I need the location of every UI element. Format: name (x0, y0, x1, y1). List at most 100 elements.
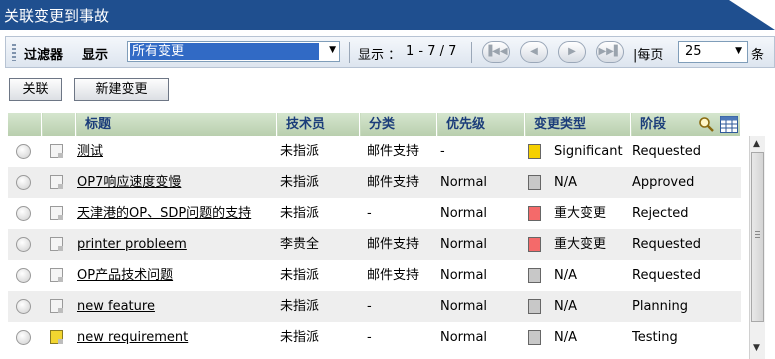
row-change-type: N/A (554, 175, 577, 190)
row-category: 邮件支持 (367, 144, 420, 159)
row-change-type: N/A (554, 330, 577, 345)
row-title-link[interactable]: OP7响应速度变慢 (77, 167, 277, 198)
header-category[interactable]: 分类 (361, 113, 437, 136)
row-title-link[interactable]: 天津港的OP、SDP问题的支持 (77, 198, 277, 229)
note-icon[interactable] (50, 237, 63, 251)
row-title-link[interactable]: new requirement (77, 322, 277, 353)
row-select-radio[interactable] (16, 175, 31, 190)
row-title-link[interactable]: 测试 (77, 136, 277, 167)
chevron-down-icon: ▼ (735, 46, 742, 56)
note-icon[interactable] (50, 144, 63, 158)
row-technician: 未指派 (280, 268, 320, 283)
header-technician[interactable]: 技术员 (278, 113, 360, 136)
note-icon[interactable] (50, 299, 63, 313)
row-select-radio[interactable] (16, 206, 31, 221)
change-type-swatch (528, 237, 541, 252)
row-technician: 未指派 (280, 175, 320, 190)
chevron-down-icon: ▼ (329, 45, 336, 55)
row-technician: 未指派 (280, 144, 320, 159)
column-chooser-icon[interactable] (720, 116, 738, 137)
toolbar-grip-icon (12, 44, 16, 61)
search-icon[interactable] (698, 116, 716, 136)
row-select-radio[interactable] (16, 144, 31, 159)
associate-button[interactable]: 关联 (9, 78, 62, 101)
row-title-link[interactable]: new feature (77, 291, 277, 322)
per-page-label: |每页 (633, 48, 664, 63)
note-icon[interactable] (50, 330, 63, 344)
row-priority: Normal (440, 268, 488, 283)
scrollbar-thumb[interactable] (751, 152, 764, 322)
change-type-swatch (528, 206, 541, 221)
new-change-button[interactable]: 新建变更 (74, 78, 169, 101)
range-label: 显示 ： (358, 48, 402, 63)
first-page-button[interactable]: ▐◀◀ (482, 41, 510, 63)
first-page-icon: ▐◀◀ (484, 46, 508, 57)
table-header: 标题 技术员 分类 优先级 变更类型 阶段 (8, 113, 741, 136)
page-title: 关联变更到事故 (4, 7, 110, 25)
note-icon[interactable] (50, 206, 63, 220)
prev-page-icon: ◀ (530, 46, 538, 57)
next-page-button[interactable]: ▶ (558, 41, 586, 63)
next-page-icon: ▶ (568, 46, 576, 57)
table-row[interactable]: new requirement 未指派 - Normal N/A Testing (8, 322, 741, 353)
row-change-type: N/A (554, 268, 577, 283)
row-change-type: Significant (554, 144, 623, 159)
table-scrollbar[interactable]: ▲ ▼ (749, 136, 765, 359)
table-row[interactable]: printer probleem 李贵全 邮件支持 Normal 重大变更 Request… (8, 229, 741, 260)
change-type-swatch (528, 175, 541, 190)
header-title[interactable]: 标题 (77, 113, 277, 136)
change-type-swatch (528, 330, 541, 345)
show-label: 显示 (82, 48, 109, 63)
change-type-swatch (528, 299, 541, 314)
header-note (43, 113, 76, 136)
scroll-up-icon[interactable]: ▲ (753, 139, 760, 149)
note-icon[interactable] (50, 268, 63, 282)
table-row[interactable]: 天津港的OP、SDP问题的支持 未指派 - Normal 重大变更 Rejected (8, 198, 741, 229)
table-row[interactable]: OP7响应速度变慢 未指派 邮件支持 Normal N/A Approved (8, 167, 741, 198)
row-category: - (367, 206, 372, 221)
filter-select[interactable]: 所有变更 ▼ (127, 41, 340, 62)
row-title-link[interactable]: OP产品技术问题 (77, 260, 277, 291)
row-change-type: 重大变更 (554, 206, 607, 221)
row-priority: Normal (440, 206, 488, 221)
row-technician: 未指派 (280, 330, 320, 345)
header-priority[interactable]: 优先级 (438, 113, 525, 136)
row-technician: 李贵全 (280, 237, 320, 252)
header-select (8, 113, 42, 136)
change-type-swatch (528, 144, 541, 159)
table-row[interactable]: OP产品技术问题 未指派 邮件支持 Normal N/A Requested (8, 260, 741, 291)
row-priority: Normal (440, 175, 488, 190)
last-page-button[interactable]: ▶▶▌ (596, 41, 624, 63)
change-table: 标题 技术员 分类 优先级 变更类型 阶段 测试 未指派 邮件支持 - Signific… (8, 113, 765, 359)
row-stage: Requested (632, 268, 702, 283)
row-category: 邮件支持 (367, 237, 420, 252)
scroll-down-icon[interactable]: ▼ (753, 343, 760, 353)
table-row[interactable]: 测试 未指派 邮件支持 - Significant Requested (8, 136, 741, 167)
note-icon[interactable] (50, 175, 63, 189)
per-page-value: 25 (685, 44, 702, 59)
row-select-radio[interactable] (16, 299, 31, 314)
row-title-link[interactable]: printer probleem (77, 229, 277, 260)
row-stage: Planning (632, 299, 688, 314)
row-stage: Testing (632, 330, 678, 345)
header-change-type[interactable]: 变更类型 (526, 113, 631, 136)
row-select-radio[interactable] (16, 330, 31, 345)
table-row[interactable]: new feature 未指派 - Normal N/A Planning (8, 291, 741, 322)
row-category: - (367, 299, 372, 314)
row-priority: - (440, 144, 445, 159)
filter-select-value: 所有变更 (130, 43, 319, 60)
row-priority: Normal (440, 237, 488, 252)
row-stage: Requested (632, 237, 702, 252)
row-select-radio[interactable] (16, 268, 31, 283)
row-select-radio[interactable] (16, 237, 31, 252)
row-category: 邮件支持 (367, 175, 420, 190)
row-stage: Requested (632, 144, 702, 159)
row-stage: Approved (632, 175, 695, 190)
filter-label: 过滤器 (24, 48, 64, 63)
per-page-select[interactable]: 25 ▼ (678, 41, 748, 63)
row-category: - (367, 330, 372, 345)
prev-page-button[interactable]: ◀ (520, 41, 548, 63)
per-page-suffix: 条 (751, 48, 765, 63)
filter-toolbar: 过滤器 显示 所有变更 ▼ 显示 ： 1 - 7 / 7 ▐◀◀ ◀ ▶ ▶▶▌… (5, 36, 775, 68)
row-category: 邮件支持 (367, 268, 420, 283)
